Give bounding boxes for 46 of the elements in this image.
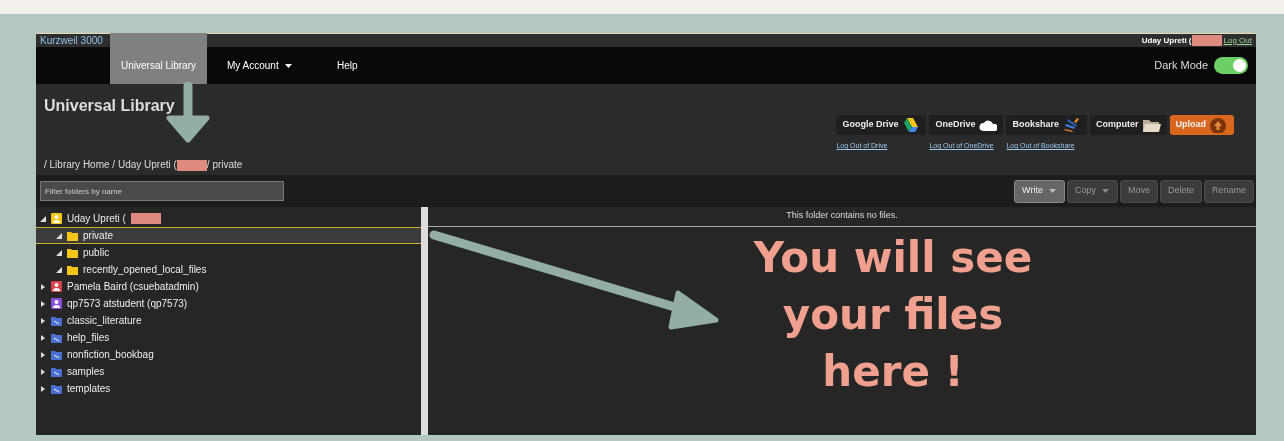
tree-item[interactable]: help_files: [36, 329, 421, 346]
folder-icon: [1142, 117, 1161, 133]
shared-folder-icon: [51, 315, 62, 326]
toolbar-button[interactable]: Write: [1014, 179, 1065, 203]
shared-folder-icon: [51, 332, 62, 343]
tree-item[interactable]: recently_opened_local_files: [36, 261, 421, 278]
redaction-mark: [1191, 35, 1222, 46]
nav-tab[interactable]: Universal Library: [110, 33, 207, 84]
source-button[interactable]: OneDrive: [929, 115, 1004, 135]
app-brand: Kurzweil 3000: [40, 34, 103, 48]
folder-icon: [67, 247, 78, 258]
shared-folder-icon: [51, 383, 62, 394]
tree-item[interactable]: qp7573 atstudent (qp7573): [36, 295, 421, 312]
tree-item[interactable]: Uday Upreti (: [36, 210, 421, 227]
folder-icon: [67, 230, 78, 241]
user-name: Uday Upreti (: [1141, 34, 1192, 47]
stripes-icon: [1063, 117, 1081, 133]
tree-item[interactable]: classic_literature: [36, 312, 421, 329]
shared-folder-icon: [51, 349, 62, 360]
annotation-text: You will see your files here !: [752, 232, 1034, 398]
empty-message: This folder contains no files.: [428, 207, 1256, 227]
redaction-mark: [130, 213, 161, 224]
filter-field[interactable]: Filter folders by name: [40, 181, 284, 201]
breadcrumb: / Library Home / Uday Upreti (: [44, 159, 177, 170]
nav-tab[interactable]: My Account: [207, 47, 317, 84]
redaction-mark: [176, 159, 207, 171]
folder-icon: [67, 264, 78, 275]
splitter-handle[interactable]: [421, 207, 428, 435]
tree-item[interactable]: Pamela Baird (csuebatadmin): [36, 278, 421, 295]
nav-tab[interactable]: Help: [317, 47, 378, 84]
tree-item[interactable]: public: [36, 244, 421, 261]
drive-icon: [902, 117, 921, 133]
tree-item[interactable]: private: [36, 227, 421, 244]
tree-item[interactable]: samples: [36, 363, 421, 380]
page-title: Universal Library: [44, 96, 176, 116]
tree-item[interactable]: templates: [36, 380, 421, 397]
dark-mode-label: Dark Mode: [1154, 58, 1208, 74]
upload-icon: [1210, 117, 1228, 133]
breadcrumb: / private: [206, 159, 243, 170]
source-button[interactable]: Google Drive: [836, 115, 927, 135]
dark-mode-switch[interactable]: [1214, 57, 1248, 74]
source-button[interactable]: Bookshare: [1006, 115, 1087, 135]
source-button[interactable]: Computer: [1090, 115, 1167, 135]
tree-item[interactable]: nonfiction_bookbag: [36, 346, 421, 363]
logout-link[interactable]: Log Out: [1223, 34, 1252, 47]
shared-folder-icon: [51, 366, 62, 377]
